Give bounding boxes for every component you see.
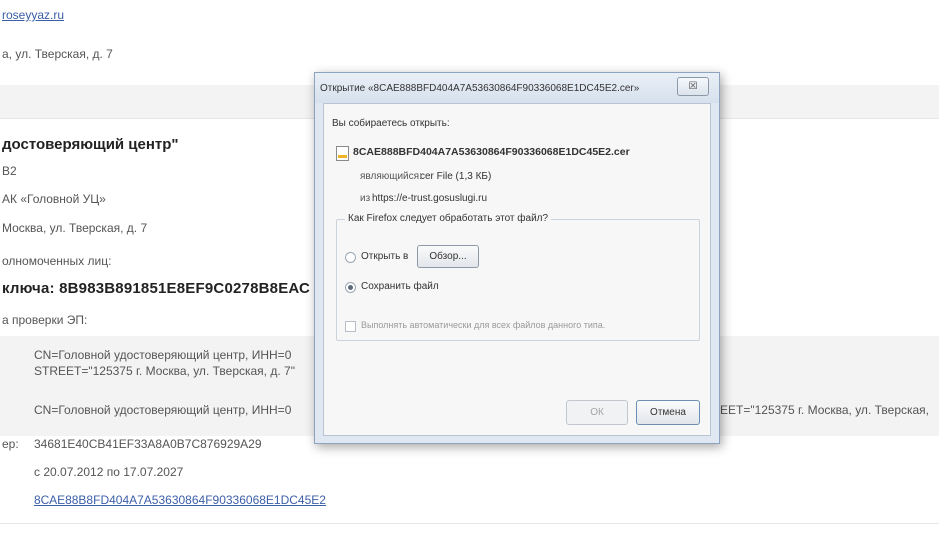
divider: [0, 523, 939, 524]
save-file-label: Сохранить файл: [361, 281, 439, 292]
file-type-label: являющийся:: [360, 171, 422, 182]
org-address: Москва, ул. Тверская, д. 7: [2, 221, 148, 235]
file-source-label: из: [360, 193, 371, 204]
cert-download-link[interactable]: 8САЕ88В8FD404А7А53630864F90336068E1DC45E…: [34, 493, 326, 507]
dn-line-2: STREET="125375 г. Москва, ул. Тверская, …: [34, 364, 295, 378]
download-dialog: Открытие «8CAE888BFD404A7A53630864F90336…: [314, 72, 720, 444]
dn-line-3-right: EET="125375 г. Москва, ул. Тверская,: [720, 403, 930, 417]
close-button[interactable]: ☒: [677, 77, 709, 96]
open-with-label: Открыть в: [361, 251, 409, 262]
key-heading: ключа: 8В983В891851Е8ЕF9С0278В8ЕАС: [2, 280, 311, 297]
file-icon: [336, 146, 349, 161]
address-top: а, ул. Тверская, д. 7: [2, 47, 113, 61]
save-file-radio[interactable]: [345, 282, 356, 293]
dialog-filename: 8CAE888BFD404A7A53630864F90336068E1DC45E…: [353, 146, 630, 158]
site-link[interactable]: roseyyaz.ru: [2, 8, 64, 22]
browse-button[interactable]: Обзор...: [417, 245, 479, 268]
ok-button[interactable]: ОК: [566, 400, 628, 425]
file-source-value: https://e-trust.gosuslugi.ru: [372, 193, 488, 204]
check-label: а проверки ЭП:: [2, 313, 88, 327]
serial-value: 34681Е40СВ41ЕF33А8А0В7С876929А29: [34, 437, 262, 451]
dn-line-3: CN=Головной удостоверяющий центр, ИНН=0: [34, 403, 292, 417]
org-short-name: АК «Головной УЦ»: [2, 192, 106, 206]
dialog-body: Вы собираетесь открыть: 8CAE888BFD404A7A…: [323, 103, 711, 436]
validity-period: с 20.07.2012 по 17.07.2027: [34, 465, 184, 479]
file-type-value: cer File (1,3 КБ): [420, 171, 492, 182]
open-with-radio[interactable]: [345, 252, 356, 263]
org-code: В2: [2, 164, 17, 178]
cancel-button[interactable]: Отмена: [636, 400, 700, 425]
org-heading: достоверяющий центр": [2, 136, 179, 153]
auto-action-checkbox[interactable]: [345, 321, 356, 332]
dialog-titlebar[interactable]: Открытие «8CAE888BFD404A7A53630864F90336…: [315, 73, 719, 103]
serial-label: ер:: [2, 437, 19, 451]
action-question: Как Firefox следует обработать этот файл…: [345, 213, 552, 224]
auto-action-label: Выполнять автоматически для всех файлов …: [361, 320, 606, 330]
action-group: Как Firefox следует обработать этот файл…: [336, 213, 700, 341]
dn-line-1: CN=Головной удостоверяющий центр, ИНН=0: [34, 348, 292, 362]
dialog-intro: Вы собираетесь открыть:: [332, 118, 450, 129]
authorized-label: олномоченных лиц:: [2, 254, 112, 268]
dialog-title: Открытие «8CAE888BFD404A7A53630864F90336…: [320, 83, 640, 94]
